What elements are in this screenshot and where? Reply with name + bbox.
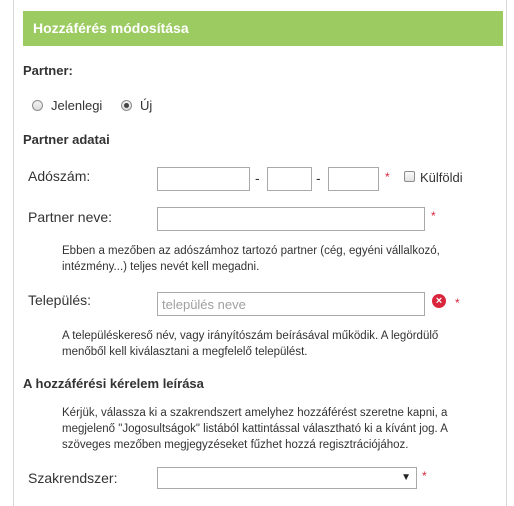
partner-name-input[interactable] xyxy=(157,207,425,231)
settlement-label: Település: xyxy=(28,292,92,308)
foreign-checkbox-label[interactable]: Külföldi xyxy=(420,170,463,185)
tax-number-separator-1: - xyxy=(255,170,260,186)
partner-name-required-mark: * xyxy=(431,209,436,223)
clear-x-icon[interactable]: × xyxy=(432,294,446,308)
tax-number-part2-input[interactable] xyxy=(267,167,312,191)
tax-number-part1-input[interactable] xyxy=(157,167,250,191)
system-label: Szakrendszer: xyxy=(28,470,118,486)
tax-number-separator-2: - xyxy=(316,170,321,186)
partner-data-heading: Partner adatai xyxy=(23,132,110,147)
partner-name-note: Ebben a mezőben az adószámhoz tartozó pa… xyxy=(62,245,440,273)
radio-uj[interactable] xyxy=(121,100,132,111)
partner-name-label: Partner neve: xyxy=(28,209,113,225)
tax-number-part3-input[interactable] xyxy=(328,167,379,191)
radio-jelenlegi-label[interactable]: Jelenlegi xyxy=(51,98,102,113)
partner-label: Partner: xyxy=(23,63,73,78)
foreign-checkbox[interactable] xyxy=(404,171,415,182)
tax-number-required-mark: * xyxy=(385,170,390,184)
access-request-note: Kérjük, válassza ki a szakrendszert amel… xyxy=(62,407,448,451)
page-title: Hozzáférés módosítása xyxy=(23,11,503,46)
radio-uj-label[interactable]: Új xyxy=(140,98,152,113)
radio-jelenlegi[interactable] xyxy=(32,100,43,111)
settlement-required-mark: * xyxy=(455,296,460,310)
settlement-note: A településkereső név, vagy irányítószám… xyxy=(62,330,439,358)
settlement-input[interactable] xyxy=(157,292,425,316)
system-select[interactable]: ▼ xyxy=(157,467,417,489)
chevron-down-icon[interactable]: ▼ xyxy=(401,472,411,483)
system-required-mark: * xyxy=(422,469,427,483)
access-request-heading: A hozzáférési kérelem leírása xyxy=(23,376,204,391)
tax-number-label: Adószám: xyxy=(28,168,91,184)
